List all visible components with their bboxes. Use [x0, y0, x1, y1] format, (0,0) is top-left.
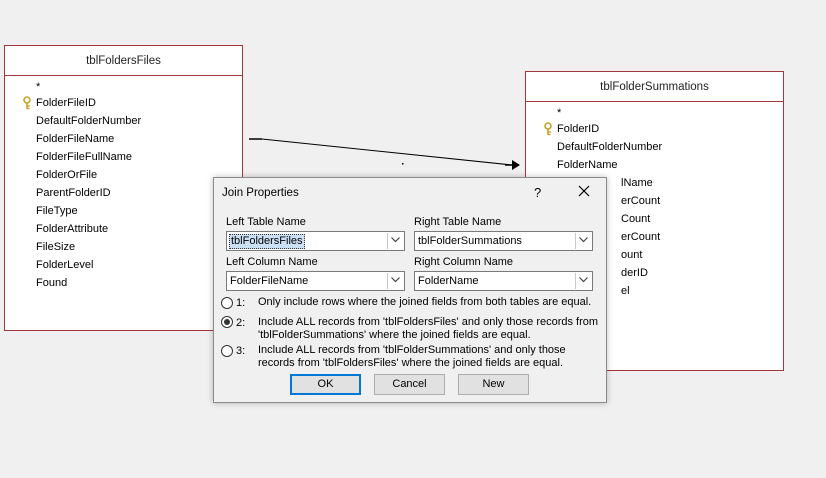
- join-option-1-radio[interactable]: [221, 297, 233, 309]
- table-tblFoldersFiles[interactable]: tblFoldersFiles * FolderFileID DefaultFo…: [4, 45, 243, 331]
- option-text: Include ALL records from 'tblFoldersFile…: [258, 316, 599, 341]
- option-number: 1:: [236, 297, 246, 309]
- field-row[interactable]: FolderOrFile: [36, 167, 97, 183]
- right-table-label: Right Table Name: [414, 216, 502, 228]
- join-option-2-radio[interactable]: [221, 316, 233, 328]
- field-row[interactable]: el: [621, 283, 630, 299]
- right-column-label: Right Column Name: [414, 256, 514, 268]
- right-table-select[interactable]: tblFolderSummations: [414, 231, 593, 251]
- option-number: 3:: [236, 345, 246, 357]
- ok-button[interactable]: OK: [290, 374, 361, 395]
- chevron-down-icon[interactable]: [387, 233, 403, 249]
- help-button[interactable]: ?: [534, 185, 541, 200]
- left-table-select[interactable]: tblFoldersFiles: [226, 231, 405, 251]
- field-row[interactable]: DefaultFolderNumber: [36, 113, 141, 129]
- field-row[interactable]: DefaultFolderNumber: [557, 139, 662, 155]
- left-column-value: FolderFileName: [230, 275, 309, 287]
- field-row[interactable]: *: [557, 105, 561, 121]
- chevron-down-icon[interactable]: [575, 273, 591, 289]
- field-row[interactable]: FolderFileID: [36, 95, 96, 111]
- field-row[interactable]: erCount: [621, 193, 660, 209]
- field-row[interactable]: lName: [621, 175, 653, 191]
- chevron-down-icon[interactable]: [387, 273, 403, 289]
- join-option-3-radio[interactable]: [221, 345, 233, 357]
- field-row[interactable]: *: [36, 79, 40, 95]
- join-properties-dialog: Join Properties ? Left Table Name Right …: [213, 177, 607, 403]
- right-column-value: FolderName: [418, 275, 479, 287]
- field-row[interactable]: FolderFileName: [36, 131, 114, 147]
- table-title: tblFoldersFiles: [5, 46, 242, 76]
- right-column-select[interactable]: FolderName: [414, 271, 593, 291]
- field-row[interactable]: FolderLevel: [36, 257, 93, 273]
- field-row[interactable]: FolderAttribute: [36, 221, 108, 237]
- left-column-select[interactable]: FolderFileName: [226, 271, 405, 291]
- right-table-value: tblFolderSummations: [418, 235, 522, 247]
- field-row[interactable]: FolderFileFullName: [36, 149, 132, 165]
- cancel-button[interactable]: Cancel: [374, 374, 445, 395]
- option-number: 2:: [236, 317, 246, 329]
- field-row[interactable]: derID: [621, 265, 648, 281]
- primary-key-icon: [23, 96, 31, 110]
- field-row[interactable]: Found: [36, 275, 67, 291]
- field-row[interactable]: ParentFolderID: [36, 185, 111, 201]
- field-row[interactable]: erCount: [621, 229, 660, 245]
- chevron-down-icon[interactable]: [575, 233, 591, 249]
- field-row[interactable]: ount: [621, 247, 642, 263]
- left-table-label: Left Table Name: [226, 216, 306, 228]
- option-text: Include ALL records from 'tblFolderSumma…: [258, 344, 566, 369]
- primary-key-icon: [544, 122, 552, 136]
- field-row[interactable]: FileSize: [36, 239, 75, 255]
- field-row[interactable]: FolderID: [557, 121, 599, 137]
- dialog-title: Join Properties: [222, 187, 299, 199]
- field-row[interactable]: FolderName: [557, 157, 618, 173]
- field-row[interactable]: FileType: [36, 203, 78, 219]
- close-icon[interactable]: [576, 183, 592, 199]
- option-text: Only include rows where the joined field…: [258, 296, 592, 308]
- new-button[interactable]: New: [458, 374, 529, 395]
- left-column-label: Left Column Name: [226, 256, 318, 268]
- left-table-value: tblFoldersFiles: [229, 234, 305, 249]
- field-row[interactable]: Count: [621, 211, 650, 227]
- table-title: tblFolderSummations: [526, 72, 783, 102]
